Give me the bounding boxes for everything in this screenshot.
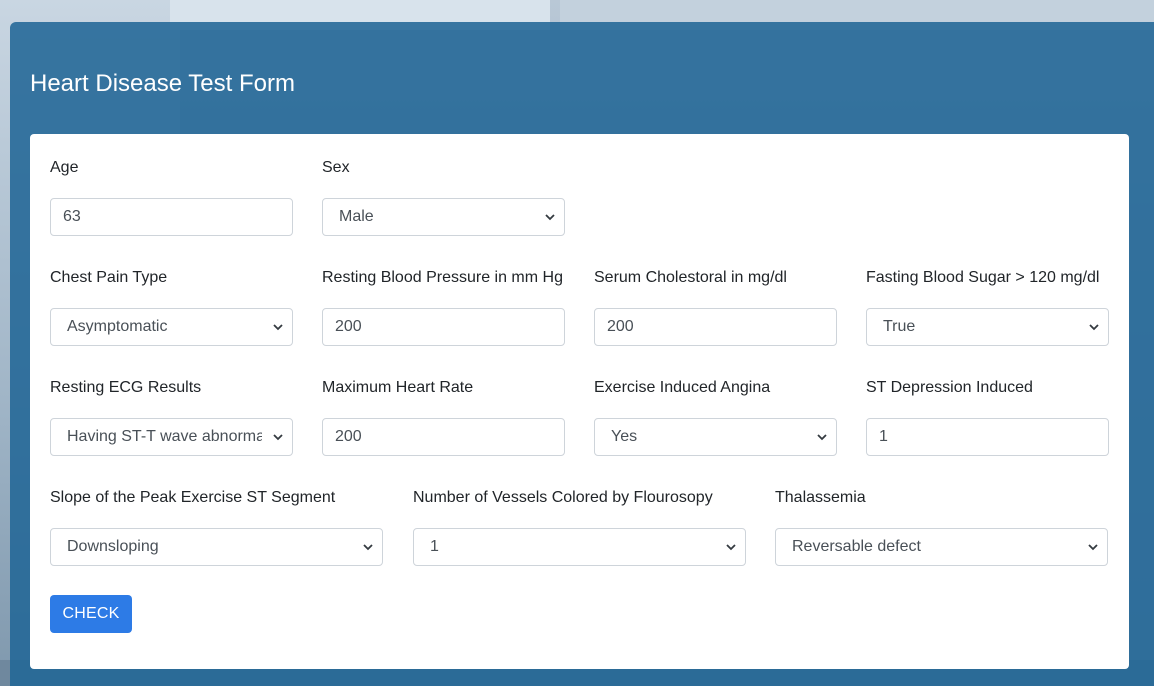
st-depression-input[interactable]: 1 bbox=[866, 418, 1109, 456]
thalassemia-label: Thalassemia bbox=[775, 489, 866, 506]
resting-bp-field: Resting Blood Pressure in mm Hg 200 bbox=[322, 268, 565, 346]
resting-bp-input[interactable]: 200 bbox=[322, 308, 565, 346]
sex-field: Sex Male bbox=[322, 158, 565, 236]
chevron-down-icon bbox=[544, 199, 556, 235]
resting-ecg-field: Resting ECG Results Having ST-T wave abn… bbox=[50, 378, 293, 456]
fasting-sugar-select[interactable]: True bbox=[866, 308, 1109, 346]
exercise-angina-select-value: Yes bbox=[611, 428, 638, 445]
vessels-field: Number of Vessels Colored by Flourosopy … bbox=[413, 488, 746, 566]
resting-ecg-select[interactable]: Having ST-T wave abnormality bbox=[50, 418, 293, 456]
cholesterol-label: Serum Cholestoral in mg/dl bbox=[594, 269, 787, 286]
max-heart-rate-input[interactable]: 200 bbox=[322, 418, 565, 456]
page-title: Heart Disease Test Form bbox=[30, 70, 295, 97]
chevron-down-icon bbox=[272, 419, 284, 455]
chevron-down-icon bbox=[816, 419, 828, 455]
exercise-angina-label: Exercise Induced Angina bbox=[594, 379, 771, 396]
slope-select-value: Downsloping bbox=[67, 538, 159, 555]
slope-label: Slope of the Peak Exercise ST Segment bbox=[50, 489, 336, 506]
fasting-sugar-field: Fasting Blood Sugar > 120 mg/dl True bbox=[866, 268, 1109, 346]
chest-pain-select-value: Asymptomatic bbox=[67, 318, 168, 335]
st-depression-field: ST Depression Induced 1 bbox=[866, 378, 1109, 456]
vessels-label: Number of Vessels Colored by Flourosopy bbox=[413, 489, 713, 506]
chevron-down-icon bbox=[1087, 529, 1099, 565]
chevron-down-icon bbox=[1088, 309, 1100, 345]
sex-select-value: Male bbox=[339, 208, 374, 225]
chevron-down-icon bbox=[725, 529, 737, 565]
form-card: Age 63 Sex Male Chest Pain Type Asymptom… bbox=[30, 134, 1129, 669]
age-label: Age bbox=[50, 159, 79, 176]
exercise-angina-field: Exercise Induced Angina Yes bbox=[594, 378, 837, 456]
thalassemia-select[interactable]: Reversable defect bbox=[775, 528, 1108, 566]
thalassemia-select-value: Reversable defect bbox=[792, 538, 921, 555]
check-button[interactable]: CHECK bbox=[50, 595, 132, 633]
chest-pain-field: Chest Pain Type Asymptomatic bbox=[50, 268, 293, 346]
chevron-down-icon bbox=[272, 309, 284, 345]
cholesterol-field: Serum Cholestoral in mg/dl 200 bbox=[594, 268, 837, 346]
st-depression-label: ST Depression Induced bbox=[866, 379, 1033, 396]
resting-ecg-select-value: Having ST-T wave abnormality bbox=[67, 428, 262, 445]
exercise-angina-select[interactable]: Yes bbox=[594, 418, 837, 456]
max-heart-rate-label: Maximum Heart Rate bbox=[322, 379, 474, 396]
fasting-sugar-label: Fasting Blood Sugar > 120 mg/dl bbox=[866, 269, 1100, 286]
resting-ecg-label: Resting ECG Results bbox=[50, 379, 202, 396]
thalassemia-field: Thalassemia Reversable defect bbox=[775, 488, 1108, 566]
chest-pain-select[interactable]: Asymptomatic bbox=[50, 308, 293, 346]
sex-label: Sex bbox=[322, 159, 350, 176]
cholesterol-input[interactable]: 200 bbox=[594, 308, 837, 346]
age-field: Age 63 bbox=[50, 158, 293, 236]
resting-bp-label: Resting Blood Pressure in mm Hg bbox=[322, 269, 563, 286]
form-panel: Heart Disease Test Form Age 63 Sex Male … bbox=[10, 22, 1154, 686]
age-input[interactable]: 63 bbox=[50, 198, 293, 236]
slope-field: Slope of the Peak Exercise ST Segment Do… bbox=[50, 488, 383, 566]
vessels-select-value: 1 bbox=[430, 538, 439, 555]
sex-select[interactable]: Male bbox=[322, 198, 565, 236]
chest-pain-label: Chest Pain Type bbox=[50, 269, 168, 286]
max-heart-rate-field: Maximum Heart Rate 200 bbox=[322, 378, 565, 456]
vessels-select[interactable]: 1 bbox=[413, 528, 746, 566]
slope-select[interactable]: Downsloping bbox=[50, 528, 383, 566]
fasting-sugar-select-value: True bbox=[883, 318, 916, 335]
chevron-down-icon bbox=[362, 529, 374, 565]
